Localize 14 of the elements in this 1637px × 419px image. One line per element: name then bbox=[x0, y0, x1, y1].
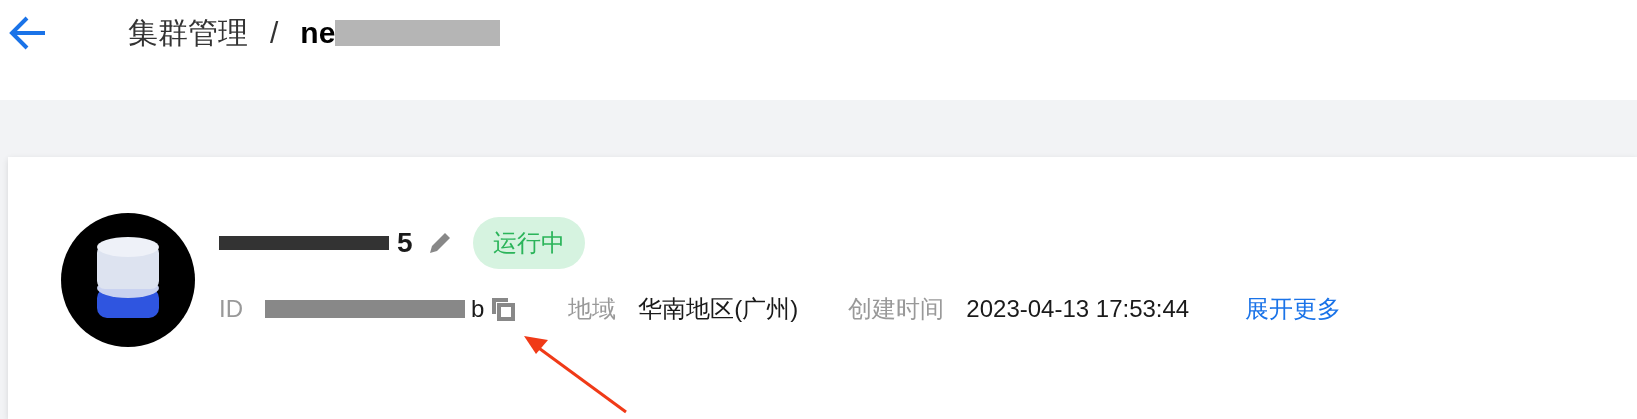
cluster-name: 5 bbox=[397, 227, 413, 259]
breadcrumb-separator: / bbox=[270, 16, 279, 50]
copy-icon[interactable] bbox=[490, 296, 517, 322]
breadcrumb-current: ne bbox=[300, 16, 336, 50]
breadcrumb-link[interactable]: 集群管理 bbox=[128, 12, 248, 54]
field-label: 创建时间 bbox=[848, 294, 945, 324]
field-value: 2023-04-13 17:53:44 bbox=[966, 295, 1190, 323]
field-label: ID bbox=[219, 295, 243, 323]
database-icon bbox=[61, 213, 195, 347]
field-value: 华南地区(广州) bbox=[638, 294, 799, 324]
status-tag: 运行中 bbox=[472, 217, 585, 269]
field-label: 地域 bbox=[568, 294, 617, 324]
expand-more-link[interactable]: 展开更多 bbox=[1245, 293, 1342, 325]
field-value: b bbox=[471, 295, 485, 323]
